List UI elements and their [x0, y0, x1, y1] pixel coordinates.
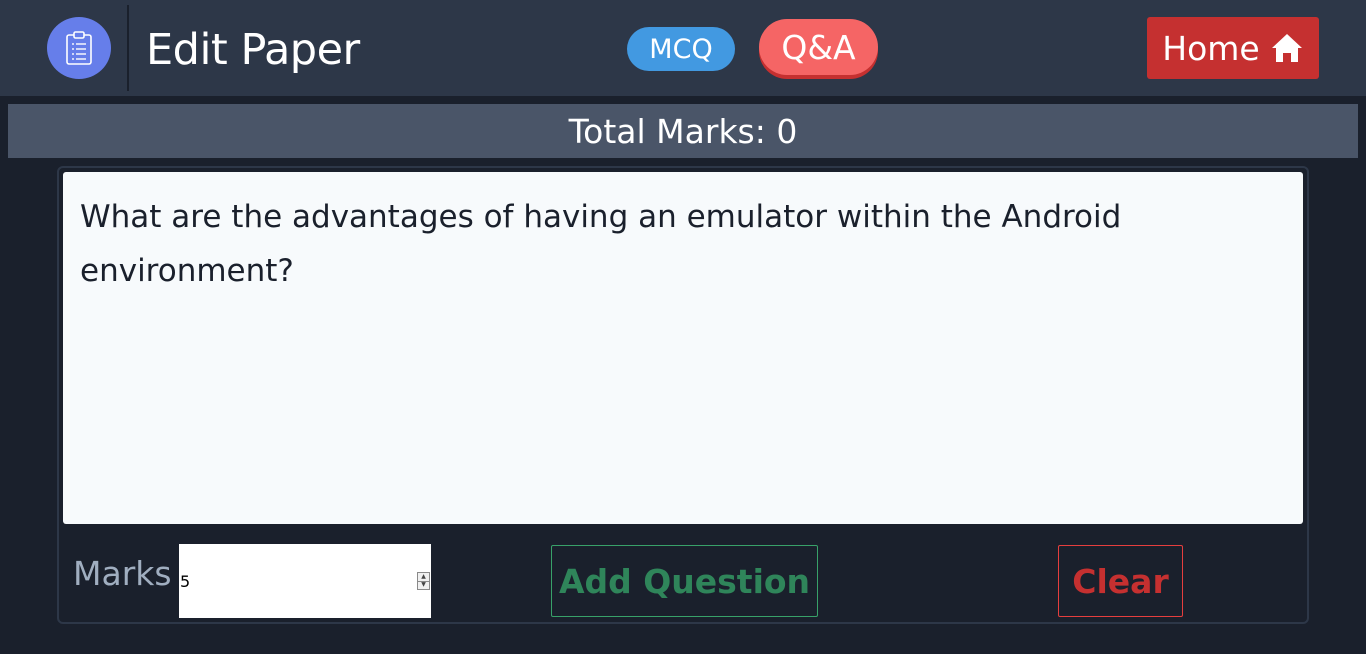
- logo: [47, 17, 111, 79]
- header-divider: [127, 5, 129, 91]
- decrement-icon[interactable]: ▼: [418, 580, 429, 590]
- home-icon: [1271, 34, 1302, 62]
- qa-button[interactable]: Q&A: [759, 19, 878, 75]
- home-button-label: Home: [1162, 28, 1260, 68]
- clear-button[interactable]: Clear: [1058, 545, 1183, 617]
- clipboard-icon: [66, 31, 92, 65]
- app-header: Edit Paper MCQ Q&A Home: [0, 0, 1366, 96]
- increment-icon[interactable]: ▲: [418, 573, 429, 581]
- home-button[interactable]: Home: [1147, 17, 1319, 79]
- mcq-button[interactable]: MCQ: [627, 27, 735, 71]
- page-title: Edit Paper: [146, 25, 360, 75]
- total-marks-bar: Total Marks: 0: [8, 104, 1358, 158]
- marks-input[interactable]: [179, 544, 415, 618]
- marks-stepper[interactable]: ▲ ▼: [417, 572, 430, 590]
- marks-field: ▲ ▼: [179, 544, 431, 618]
- marks-label: Marks: [73, 554, 172, 593]
- question-textarea[interactable]: What are the advantages of having an emu…: [63, 172, 1303, 524]
- add-question-button[interactable]: Add Question: [551, 545, 818, 617]
